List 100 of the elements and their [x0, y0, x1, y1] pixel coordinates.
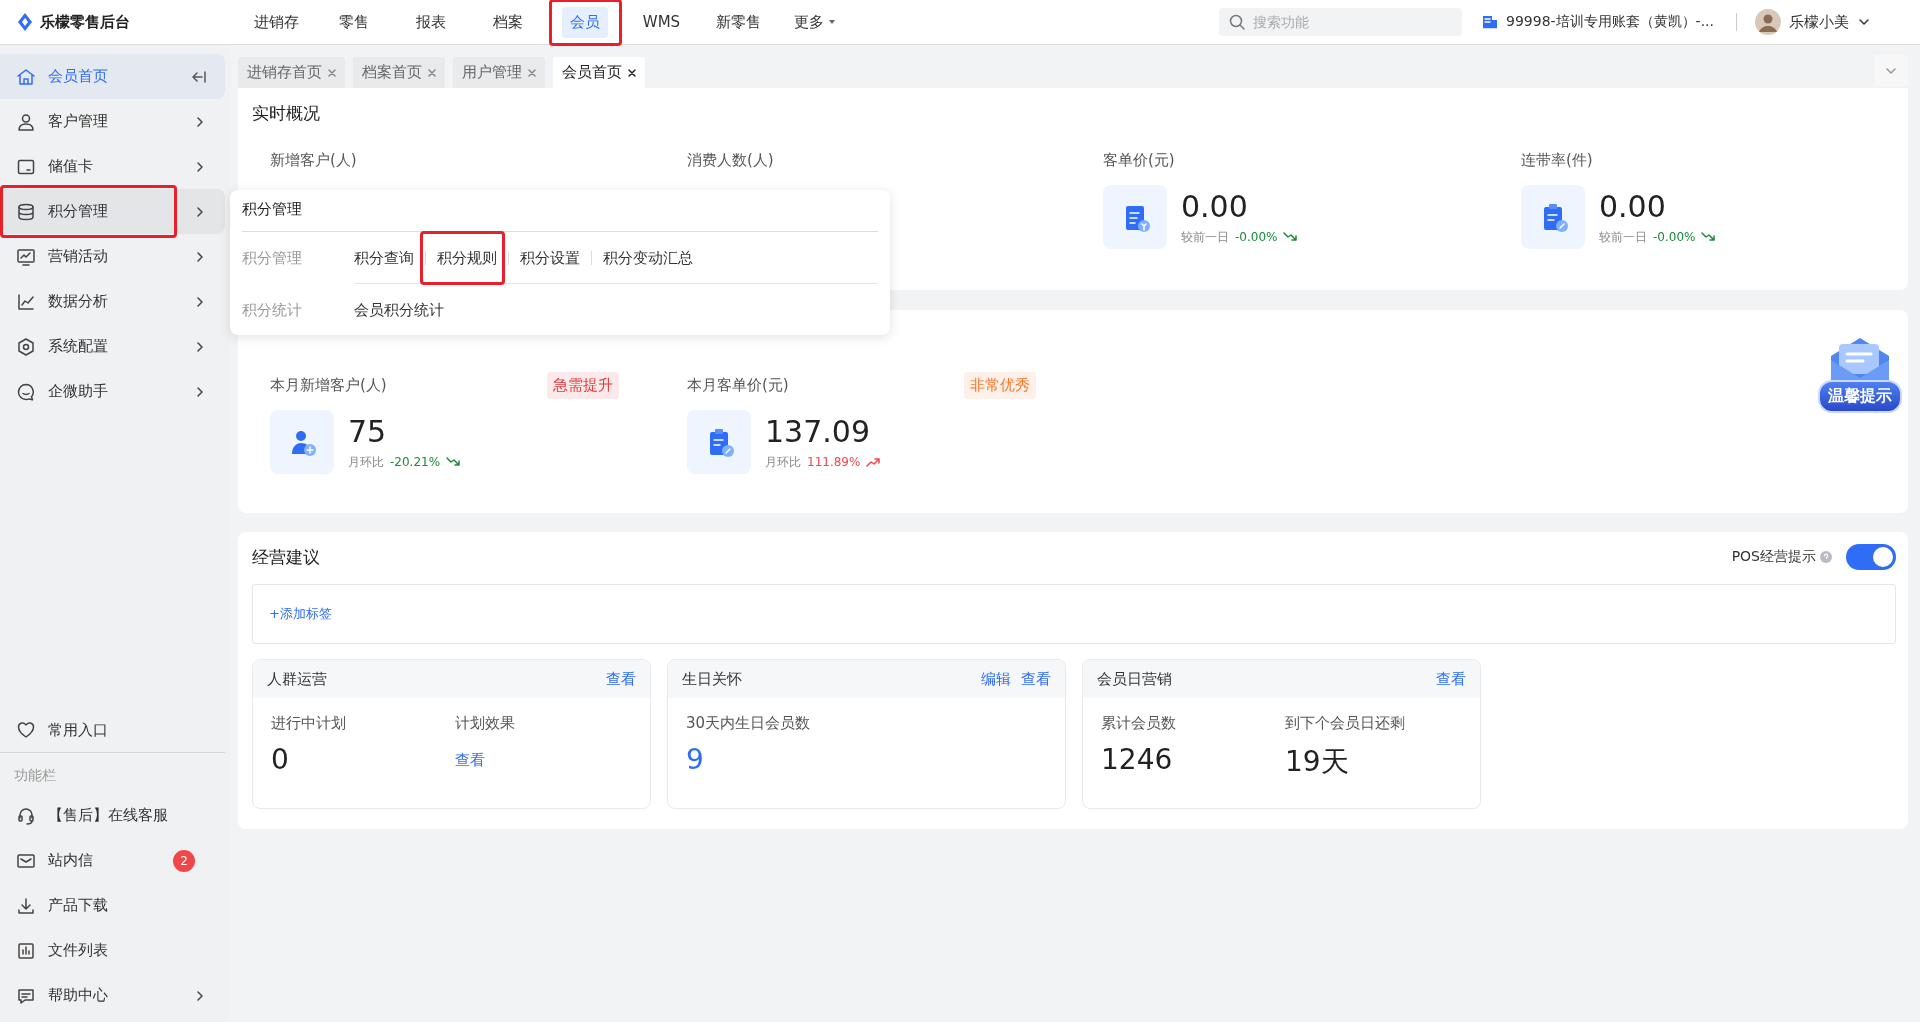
stat-label: 到下个会员日还剩 — [1285, 714, 1406, 733]
nav-tab[interactable]: 进销存 — [246, 6, 307, 38]
stat-value: 9 — [686, 743, 705, 776]
menu-link[interactable]: 积分规则 — [437, 248, 497, 267]
menu-link[interactable]: 积分查询 — [354, 248, 414, 267]
toggle-label: POS经营提示 — [1731, 548, 1816, 566]
metric-label: 本月新增客户(人) — [270, 375, 387, 395]
sidebar-item-label: 【售后】在线客服 — [48, 806, 169, 825]
sidebar-item-label: 产品下载 — [48, 896, 109, 915]
sidebar-item-label: 储值卡 — [48, 157, 94, 176]
menu-link[interactable]: 积分变动汇总 — [603, 248, 693, 267]
sidebar-item[interactable]: 文件列表 — [0, 928, 225, 973]
logo-icon — [16, 12, 34, 32]
nav-tab[interactable]: 会员 — [561, 6, 608, 38]
search-field[interactable]: 搜索功能 — [1219, 8, 1462, 36]
download-icon — [16, 895, 36, 916]
add-tag-link[interactable]: +添加标签 — [269, 605, 332, 623]
tab-label: 会员首页 — [562, 63, 622, 82]
monitor-chart-icon — [16, 246, 36, 267]
app-logo-text: 乐檬零售后台 — [40, 12, 130, 32]
unread-badge: 2 — [173, 849, 195, 872]
card-title: 经营建议 — [252, 545, 320, 569]
sidebar-item[interactable]: 帮助中心 — [0, 973, 225, 1018]
status-tag: 非常优秀 — [964, 371, 1036, 399]
page-tab[interactable]: 用户管理 — [453, 57, 545, 88]
action-link[interactable]: 查看 — [606, 669, 636, 689]
nav-tab[interactable]: 档案 — [484, 6, 531, 38]
change-value: -20.21% — [390, 455, 441, 469]
group-label: 积分统计 — [242, 300, 303, 320]
group-label: 积分管理 — [242, 248, 303, 268]
metric-value: 0.00 — [1181, 188, 1249, 225]
metric-value: 137.09 — [765, 413, 871, 450]
sidebar-item[interactable]: 站内信 2 — [0, 838, 225, 883]
sidebar-item-label: 积分管理 — [48, 202, 109, 221]
popup-title: 积分管理 — [242, 200, 878, 232]
action-link[interactable]: 查看 — [1021, 669, 1051, 689]
sidebar-item[interactable]: 客户管理 — [0, 99, 225, 144]
metric-label: 本月客单价(元) — [687, 375, 789, 395]
account-switcher[interactable]: 99998-培训专用账套（黄凯）-... — [1506, 13, 1714, 31]
headset-icon — [16, 805, 36, 826]
close-icon — [527, 67, 537, 78]
favorites-link[interactable]: 常用入口 — [0, 708, 225, 753]
metric-label: 连带率(件) — [1521, 150, 1593, 170]
nav-tab[interactable]: WMS — [634, 7, 689, 37]
nav-tab[interactable]: 报表 — [407, 6, 454, 38]
database-icon — [16, 201, 36, 222]
metric-label: 客单价(元) — [1103, 150, 1175, 170]
notice-badge[interactable]: 温馨提示 — [1810, 334, 1910, 413]
trend-down-icon — [1701, 232, 1716, 242]
stat-label: 累计会员数 — [1101, 714, 1177, 733]
menu-link[interactable]: 会员积分统计 — [354, 301, 444, 319]
stat-value: 0 — [271, 743, 290, 776]
home-icon — [16, 66, 36, 87]
compare-label: 较前一日 — [1599, 228, 1647, 246]
nav-tab[interactable]: 更多 — [786, 6, 845, 38]
tab-label: 进销存首页 — [247, 63, 322, 82]
toggle-switch[interactable] — [1846, 544, 1896, 570]
sidebar-item-label: 会员首页 — [48, 67, 109, 86]
line-chart-icon — [16, 291, 36, 312]
help-icon — [1820, 551, 1832, 563]
user-name[interactable]: 乐檬小美 — [1789, 12, 1849, 32]
sidebar-item-label: 站内信 — [48, 851, 94, 870]
sidebar-item-label: 数据分析 — [48, 292, 109, 311]
suggestion-title: 会员日营销 — [1097, 669, 1172, 689]
sidebar-item[interactable]: 产品下载 — [0, 883, 225, 928]
page-tab[interactable]: 进销存首页 — [238, 57, 345, 88]
settings-icon — [16, 336, 36, 357]
view-link[interactable]: 查看 — [455, 751, 632, 770]
trend-down-icon — [446, 457, 461, 467]
sidebar-item[interactable]: 系统配置 — [0, 324, 225, 369]
compare-label: 月环比 — [765, 453, 801, 471]
menu-link[interactable]: 积分设置 — [520, 248, 580, 267]
sidebar-item-label: 帮助中心 — [48, 986, 109, 1005]
nav-tab[interactable]: 零售 — [330, 6, 377, 38]
sidebar-item[interactable]: 【售后】在线客服 — [0, 793, 225, 838]
sidebar-item[interactable]: 储值卡 — [0, 144, 225, 189]
sidebar-item-label: 系统配置 — [48, 337, 109, 356]
tab-label: 档案首页 — [362, 63, 422, 82]
nav-tab[interactable]: 新零售 — [708, 6, 769, 38]
search-icon — [1229, 14, 1245, 30]
trend-down-icon — [1283, 232, 1298, 242]
action-link[interactable]: 查看 — [1436, 669, 1466, 689]
stat-label: 30天内生日会员数 — [686, 714, 812, 733]
sidebar-item[interactable]: 数据分析 — [0, 279, 225, 324]
sidebar-item[interactable]: 企微助手 — [0, 369, 225, 414]
trend-up-icon — [866, 457, 881, 467]
close-icon — [627, 67, 637, 78]
favorites-label: 常用入口 — [48, 720, 109, 740]
change-value: -0.00% — [1235, 230, 1278, 244]
sidebar-item-label: 客户管理 — [48, 112, 109, 131]
page-tab[interactable]: 会员首页 — [553, 57, 645, 88]
sidebar-item-label: 营销活动 — [48, 247, 109, 266]
action-link[interactable]: 编辑 — [981, 669, 1011, 689]
page-tab[interactable]: 档案首页 — [353, 57, 445, 88]
card-title: 实时概况 — [252, 102, 321, 125]
sidebar-item[interactable]: 营销活动 — [0, 234, 225, 279]
sidebar-item[interactable]: 会员首页 — [0, 54, 225, 99]
change-value: -0.00% — [1653, 230, 1696, 244]
stat-value: 1246 — [1101, 743, 1174, 776]
heart-icon — [16, 720, 36, 740]
